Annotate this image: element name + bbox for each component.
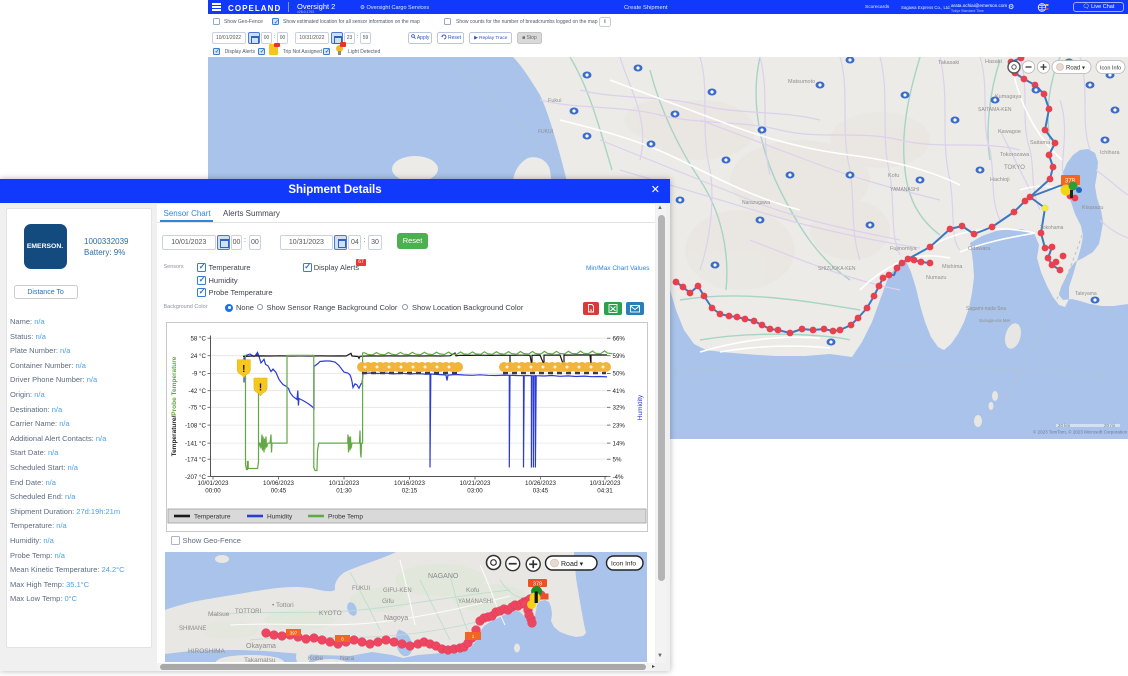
- svg-text:20 km: 20 km: [1058, 423, 1071, 428]
- svg-text:Takamatsu: Takamatsu: [244, 657, 276, 662]
- svg-text:• Tottori: • Tottori: [272, 602, 294, 609]
- svg-text:-9 °C: -9 °C: [192, 370, 207, 377]
- svg-text:10/31/2023: 10/31/2023: [590, 480, 622, 487]
- svg-text:Kobe: Kobe: [308, 655, 324, 662]
- svg-text:NAGANO: NAGANO: [428, 573, 459, 580]
- svg-text:SAITAMA-KEN: SAITAMA-KEN: [978, 107, 1012, 113]
- svg-text:FUKUI: FUKUI: [352, 586, 370, 592]
- svg-text:01:30: 01:30: [336, 487, 352, 494]
- svg-text:Probe Temp: Probe Temp: [328, 513, 363, 520]
- svg-text:Saitama: Saitama: [1030, 140, 1051, 146]
- svg-text:Humidity: Humidity: [267, 513, 293, 520]
- svg-text:Road ▾: Road ▾: [1066, 66, 1085, 72]
- svg-text:58 °C: 58 °C: [190, 335, 206, 342]
- svg-text:50%: 50%: [613, 370, 626, 377]
- svg-text:14%: 14%: [613, 440, 626, 447]
- svg-text:24 °C: 24 °C: [190, 353, 206, 360]
- svg-text:41%: 41%: [613, 388, 626, 395]
- svg-text:00:00: 00:00: [205, 487, 221, 494]
- svg-text:Hachioji: Hachioji: [990, 177, 1010, 183]
- svg-text:Suruga-ura Mer: Suruga-ura Mer: [979, 318, 1011, 323]
- svg-text:Tateyama: Tateyama: [1075, 291, 1097, 297]
- svg-text:YAMANASHI: YAMANASHI: [890, 187, 919, 193]
- svg-text:Ichihara: Ichihara: [1100, 150, 1121, 156]
- svg-text:04:31: 04:31: [597, 487, 613, 494]
- svg-text:10/26/2023: 10/26/2023: [525, 480, 557, 487]
- svg-text:Humidity: Humidity: [637, 394, 644, 420]
- svg-text:Fukui: Fukui: [548, 98, 561, 104]
- svg-text:KYOTO: KYOTO: [319, 610, 342, 617]
- svg-text:-174 °C: -174 °C: [185, 456, 207, 463]
- svg-text:Fujinomiya: Fujinomiya: [890, 246, 918, 252]
- svg-text:32%: 32%: [613, 404, 626, 411]
- svg-text:02:15: 02:15: [402, 487, 418, 494]
- svg-text:Hasaki: Hasaki: [985, 59, 1002, 65]
- svg-text:Road ▾: Road ▾: [561, 561, 584, 568]
- svg-text:Matsue: Matsue: [208, 611, 230, 618]
- svg-text:Sagami-nada Sea: Sagami-nada Sea: [966, 306, 1006, 312]
- svg-text:23%: 23%: [613, 422, 626, 429]
- svg-text:SHIMANE: SHIMANE: [179, 626, 206, 632]
- svg-text:-141 °C: -141 °C: [185, 440, 207, 447]
- svg-text:Numazu: Numazu: [926, 275, 946, 281]
- svg-text:Okayama: Okayama: [246, 643, 276, 650]
- svg-text:03:00: 03:00: [467, 487, 483, 494]
- svg-text:10/06/2023: 10/06/2023: [263, 480, 295, 487]
- svg-text:Yokohama: Yokohama: [1040, 225, 1064, 231]
- svg-text:A: A: [590, 307, 593, 312]
- svg-text:FUKUI: FUKUI: [538, 129, 553, 135]
- svg-text:66%: 66%: [613, 335, 626, 342]
- svg-text:397: 397: [290, 631, 298, 636]
- svg-text:5%: 5%: [613, 456, 622, 463]
- svg-text:Kisarazu: Kisarazu: [1082, 205, 1103, 211]
- svg-text:10/21/2023: 10/21/2023: [460, 480, 492, 487]
- svg-text:Temperature/Probe Temperature: Temperature/Probe Temperature: [171, 356, 178, 456]
- svg-text:59%: 59%: [613, 353, 626, 360]
- svg-text:TOTTORI: TOTTORI: [235, 609, 261, 615]
- svg-text:Nagoya: Nagoya: [384, 615, 408, 622]
- svg-text:Gifu: Gifu: [382, 598, 394, 605]
- svg-text:YAMANASHI: YAMANASHI: [458, 599, 493, 605]
- svg-text:Kofu: Kofu: [888, 173, 899, 179]
- svg-text:!: !: [259, 381, 263, 393]
- svg-text:-108 °C: -108 °C: [185, 422, 207, 429]
- svg-text:Kawagoe: Kawagoe: [998, 129, 1021, 135]
- svg-text:Temperature: Temperature: [194, 513, 231, 520]
- svg-text:Kofu: Kofu: [466, 587, 480, 594]
- svg-text:03:45: 03:45: [533, 487, 549, 494]
- svg-text:GIFU-KEN: GIFU-KEN: [383, 588, 412, 594]
- svg-text:!: !: [242, 363, 246, 375]
- svg-text:10/16/2023: 10/16/2023: [394, 480, 426, 487]
- svg-text:Takasaki: Takasaki: [938, 60, 959, 66]
- svg-text:Mishima: Mishima: [942, 264, 963, 270]
- svg-text:TOKYO: TOKYO: [1004, 165, 1025, 171]
- svg-text:Icon Info: Icon Info: [611, 561, 636, 568]
- svg-text:HIROSHIMA: HIROSHIMA: [188, 648, 226, 655]
- svg-text:10/01/2023: 10/01/2023: [198, 480, 230, 487]
- svg-text:20 mi: 20 mi: [1104, 423, 1115, 428]
- svg-text:Tokorozawa: Tokorozawa: [1000, 152, 1030, 158]
- svg-text:-42 °C: -42 °C: [188, 388, 206, 395]
- svg-text:Nara: Nara: [340, 655, 354, 662]
- svg-text:SHIZUOKA-KEN: SHIZUOKA-KEN: [818, 266, 856, 272]
- svg-text:Odawara: Odawara: [968, 246, 991, 252]
- svg-text:00:45: 00:45: [271, 487, 287, 494]
- svg-text:Kumagaya: Kumagaya: [995, 94, 1022, 100]
- svg-text:Icon Info: Icon Info: [1100, 66, 1121, 72]
- svg-text:-75 °C: -75 °C: [188, 404, 206, 411]
- svg-text:Narazugawa: Narazugawa: [742, 200, 770, 206]
- svg-text:© 2023 TomTom, © 2023 Microsof: © 2023 TomTom, © 2023 Microsoft Corporat…: [1033, 429, 1128, 435]
- svg-text:10/11/2023: 10/11/2023: [329, 480, 360, 487]
- svg-text:Matsumoto: Matsumoto: [788, 79, 815, 85]
